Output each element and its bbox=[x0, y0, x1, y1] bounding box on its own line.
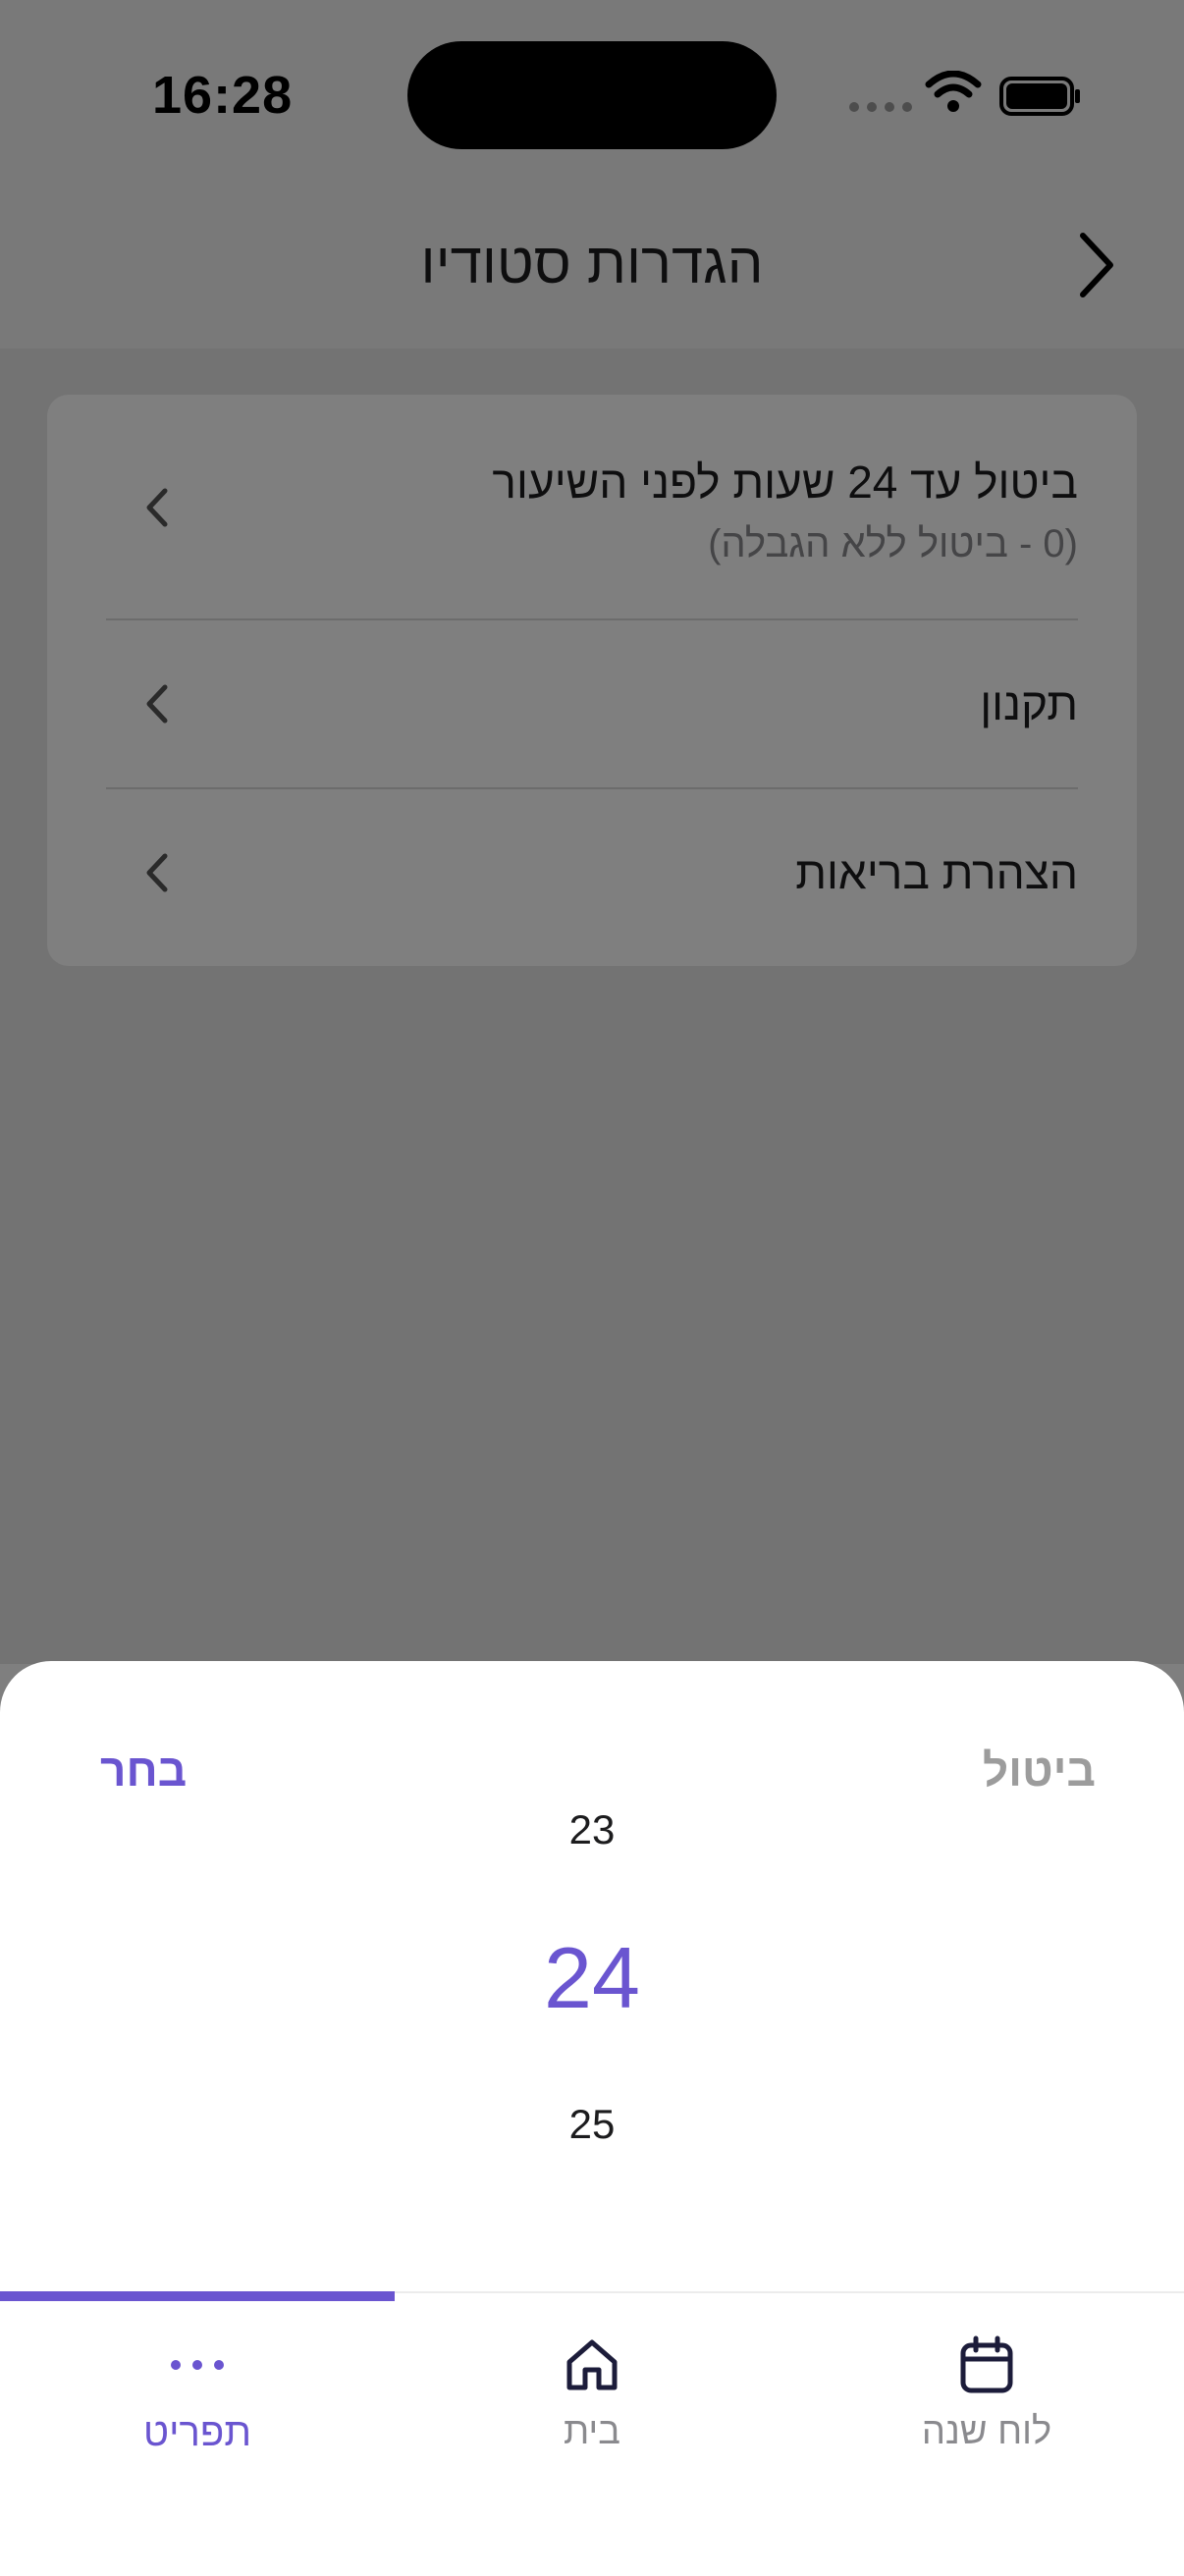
cancel-button[interactable]: ביטול bbox=[983, 1744, 1096, 1797]
more-dots-icon bbox=[171, 2360, 224, 2370]
calendar-icon bbox=[960, 2335, 1013, 2393]
picker-option[interactable]: 25 bbox=[0, 2101, 1184, 2148]
tab-home[interactable]: בית bbox=[395, 2293, 789, 2576]
picker-option[interactable]: 23 bbox=[0, 1806, 1184, 1853]
tab-label: לוח שנה bbox=[921, 2411, 1052, 2452]
home-icon bbox=[566, 2339, 618, 2390]
tab-calendar[interactable]: לוח שנה bbox=[789, 2293, 1184, 2576]
tab-bar: תפריט בית לוח שנה bbox=[0, 2291, 1184, 2576]
tab-menu[interactable]: תפריט bbox=[0, 2293, 395, 2576]
picker-option-selected[interactable]: 24 bbox=[0, 1928, 1184, 2028]
select-button[interactable]: בחר bbox=[100, 1744, 187, 1797]
tab-label: תפריט bbox=[143, 2411, 251, 2454]
tab-label: בית bbox=[563, 2411, 621, 2452]
